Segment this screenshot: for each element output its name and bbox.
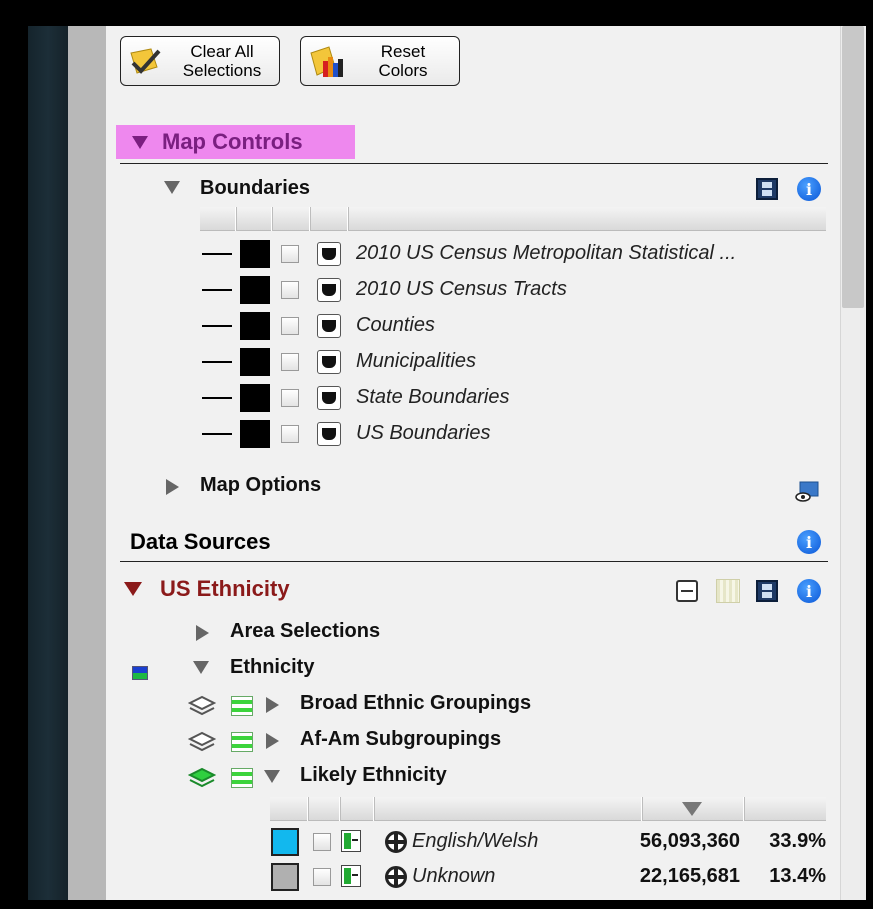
category-percent: 13.4% bbox=[769, 865, 826, 887]
panel-gutter bbox=[68, 26, 106, 900]
dataset-info-icon[interactable]: i bbox=[797, 579, 821, 603]
collapse-icon[interactable] bbox=[264, 770, 280, 783]
layer-label[interactable]: 2010 US Census Metropolitan Statistical … bbox=[356, 242, 736, 265]
area-selections-expand-icon[interactable] bbox=[196, 625, 209, 641]
mask-icon[interactable] bbox=[317, 386, 341, 410]
data-sources-info-icon[interactable]: i bbox=[797, 530, 821, 554]
layer-checkbox[interactable] bbox=[281, 425, 299, 443]
boundaries-grid-header bbox=[200, 207, 826, 231]
layer-label[interactable]: US Boundaries bbox=[356, 422, 491, 445]
area-selections-label[interactable]: Area Selections bbox=[230, 620, 380, 643]
ethnicity-grid-header bbox=[270, 797, 826, 821]
sort-desc-icon[interactable] bbox=[682, 802, 702, 816]
layer-checkbox[interactable] bbox=[281, 353, 299, 371]
layers-icon[interactable] bbox=[187, 731, 217, 753]
mask-icon[interactable] bbox=[317, 314, 341, 338]
layer-color-swatch[interactable] bbox=[240, 420, 270, 448]
layer-checkbox[interactable] bbox=[281, 389, 299, 407]
boundaries-title[interactable]: Boundaries bbox=[200, 177, 310, 200]
layers-icon[interactable] bbox=[187, 695, 217, 717]
category-color-swatch[interactable] bbox=[271, 828, 299, 856]
divider bbox=[120, 561, 828, 562]
active-layers-icon[interactable] bbox=[187, 767, 217, 789]
collapse-all-icon[interactable] bbox=[676, 580, 698, 602]
legend-icon[interactable] bbox=[132, 666, 148, 680]
group-label[interactable]: Broad Ethnic Groupings bbox=[300, 692, 531, 715]
mask-icon[interactable] bbox=[317, 278, 341, 302]
expand-icon[interactable] bbox=[266, 697, 279, 713]
map-options-expand-icon[interactable] bbox=[166, 479, 179, 495]
category-label: English/Welsh bbox=[412, 830, 539, 852]
mask-icon[interactable] bbox=[317, 242, 341, 266]
divider bbox=[120, 163, 828, 164]
layer-label[interactable]: State Boundaries bbox=[356, 386, 509, 409]
layer-label[interactable]: Municipalities bbox=[356, 350, 476, 373]
mask-icon[interactable] bbox=[317, 350, 341, 374]
pin-icon[interactable] bbox=[341, 865, 361, 887]
layer-color-swatch[interactable] bbox=[240, 312, 270, 340]
data-sources-title: Data Sources bbox=[130, 529, 271, 554]
ethnicity-collapse-icon[interactable] bbox=[193, 661, 209, 674]
category-color-swatch[interactable] bbox=[271, 863, 299, 891]
layer-checkbox[interactable] bbox=[281, 281, 299, 299]
reset-colors-label: Reset Colors bbox=[378, 42, 428, 80]
film-icon[interactable] bbox=[756, 178, 778, 200]
map-edge bbox=[28, 26, 68, 900]
clear-all-label: Clear All Selections bbox=[182, 42, 262, 80]
boundaries-collapse-icon[interactable] bbox=[164, 181, 180, 194]
map-preview-icon[interactable] bbox=[794, 480, 820, 504]
group-label[interactable]: Af-Am Subgroupings bbox=[300, 728, 501, 751]
layer-label[interactable]: 2010 US Census Tracts bbox=[356, 278, 567, 301]
layer-color-swatch[interactable] bbox=[240, 348, 270, 376]
table-icon[interactable] bbox=[231, 768, 253, 788]
category-count: 22,165,681 bbox=[639, 865, 740, 887]
pin-icon[interactable] bbox=[341, 830, 361, 852]
layer-color-swatch[interactable] bbox=[240, 384, 270, 412]
palette-icon bbox=[309, 45, 345, 79]
category-count: 56,093,360 bbox=[639, 830, 740, 852]
layer-checkbox[interactable] bbox=[281, 245, 299, 263]
clear-all-selections-button[interactable]: Clear All Selections bbox=[120, 36, 280, 86]
layer-label[interactable]: Counties bbox=[356, 314, 435, 337]
category-checkbox[interactable] bbox=[313, 868, 331, 886]
table-icon[interactable] bbox=[231, 696, 253, 716]
mask-icon[interactable] bbox=[317, 422, 341, 446]
clear-selections-icon bbox=[127, 45, 165, 79]
ethnicity-label[interactable]: Ethnicity bbox=[230, 656, 314, 679]
layer-color-swatch[interactable] bbox=[240, 240, 270, 268]
table-icon[interactable] bbox=[231, 732, 253, 752]
map-controls-header[interactable]: Map Controls bbox=[116, 125, 355, 159]
category-percent: 33.9% bbox=[769, 830, 826, 852]
scrollbar-thumb[interactable] bbox=[842, 26, 864, 308]
group-label[interactable]: Likely Ethnicity bbox=[300, 764, 447, 787]
category-label: Unknown bbox=[412, 865, 496, 887]
layer-color-swatch[interactable] bbox=[240, 276, 270, 304]
collapse-arrow-icon bbox=[132, 136, 148, 149]
layer-checkbox[interactable] bbox=[281, 317, 299, 335]
table-view-icon[interactable] bbox=[716, 579, 740, 603]
dataset-title[interactable]: US Ethnicity bbox=[160, 576, 290, 602]
reset-colors-button[interactable]: Reset Colors bbox=[300, 36, 460, 86]
map-options-title[interactable]: Map Options bbox=[200, 474, 321, 497]
map-controls-title: Map Controls bbox=[162, 129, 303, 154]
boundaries-info-icon[interactable]: i bbox=[797, 177, 821, 201]
film-icon[interactable] bbox=[756, 580, 778, 602]
category-checkbox[interactable] bbox=[313, 833, 331, 851]
dataset-collapse-icon[interactable] bbox=[124, 582, 142, 596]
target-icon[interactable] bbox=[385, 831, 407, 853]
target-icon[interactable] bbox=[385, 866, 407, 888]
expand-icon[interactable] bbox=[266, 733, 279, 749]
